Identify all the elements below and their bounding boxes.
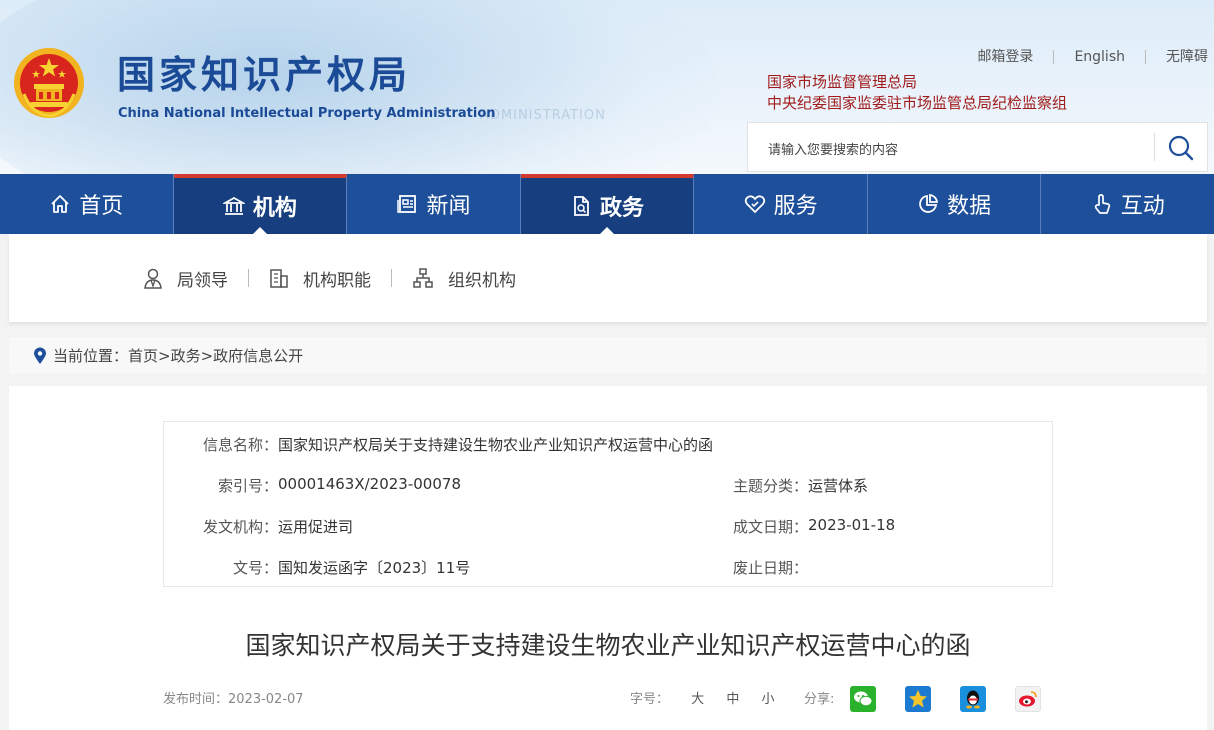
font-size-small[interactable]: 小 — [761, 692, 774, 707]
search-input[interactable]: 请输入您要搜索的内容 — [768, 139, 898, 158]
info-label: 发文机构： — [202, 518, 278, 536]
main-nav: 首页 机构 新闻 政务 服务 数据 互动 — [0, 174, 1214, 235]
heart-hand-icon — [744, 195, 765, 214]
info-row-topic: 主题分类： 运营体系 — [708, 475, 868, 496]
mail-login-link[interactable]: 邮箱登录 — [957, 48, 1053, 66]
person-icon — [144, 268, 162, 289]
info-row-issuer: 发文机构： 运用促进司 — [178, 516, 353, 537]
divider — [248, 269, 249, 287]
subnav-leaders[interactable]: 局领导 — [143, 266, 228, 291]
nav-label: 新闻 — [426, 194, 471, 219]
org-chart-icon — [413, 268, 433, 288]
breadcrumb-prefix: 当前位置： — [53, 347, 129, 365]
font-size-label: 字号： — [630, 692, 670, 707]
nav-label: 数据 — [947, 194, 992, 219]
info-label: 索引号： — [217, 477, 278, 495]
info-row-index: 索引号： 00001463X/2023-00078 — [178, 475, 461, 496]
nav-label: 互动 — [1120, 194, 1165, 219]
site-title-en[interactable]: China National Intellectual Property Adm… — [118, 106, 496, 121]
info-value: 国知发运函字〔2023〕11号 — [278, 559, 471, 577]
breadcrumb-path[interactable]: 首页>政务>政府信息公开 — [128, 345, 303, 366]
english-link[interactable]: English — [1054, 48, 1145, 66]
nav-interaction[interactable]: 互动 — [1041, 174, 1214, 234]
bank-icon — [222, 196, 245, 215]
info-table: 信息名称： 国家知识产权局关于支持建设生物农业产业知识产权运营中心的函 索引号：… — [163, 421, 1053, 587]
pie-chart-icon — [919, 193, 939, 213]
font-size-control: 字号： 大 中 小 — [630, 688, 774, 707]
home-icon — [51, 195, 69, 213]
nav-news[interactable]: 新闻 — [347, 174, 521, 234]
info-label: 文号： — [232, 559, 278, 577]
pointer-hand-icon — [1094, 194, 1110, 214]
location-pin-icon — [34, 347, 46, 364]
breadcrumb: 当前位置： 首页>政务>政府信息公开 — [9, 337, 1207, 374]
divider — [391, 269, 392, 287]
newspaper-icon — [397, 195, 417, 213]
nav-label: 机构 — [252, 196, 297, 221]
info-label: 废止日期： — [732, 559, 808, 577]
info-value: 00001463X/2023-00078 — [278, 475, 461, 493]
site-header: ADMINISTRATION 国家知识产权局 China National In… — [0, 0, 1214, 174]
qzone-share-button[interactable] — [905, 686, 931, 712]
header-watermark: ADMINISTRATION — [480, 108, 606, 123]
subnav-label: 机构职能 — [303, 270, 371, 291]
info-value: 运用促进司 — [278, 518, 354, 536]
samr-link[interactable]: 国家市场监督管理总局 — [767, 72, 1067, 93]
publish-date: 2023-02-07 — [228, 692, 304, 707]
share-buttons — [821, 686, 1041, 712]
building-icon — [270, 269, 288, 288]
subnav-organization[interactable]: 组织机构 — [412, 266, 516, 291]
sub-nav: 局领导 机构职能 组织机构 — [9, 234, 1207, 322]
info-label: 主题分类： — [732, 477, 808, 495]
weibo-share-button[interactable] — [1015, 686, 1041, 712]
info-row-docno: 文号： 国知发运函字〔2023〕11号 — [178, 557, 470, 578]
info-row-date: 成文日期： 2023-01-18 — [708, 516, 895, 537]
top-links: 邮箱登录 English 无障碍 — [957, 48, 1208, 66]
nav-label: 服务 — [773, 194, 818, 219]
org-links: 国家市场监督管理总局 中央纪委国家监委驻市场监管总局纪检监察组 — [767, 72, 1067, 114]
divider — [1154, 133, 1155, 161]
nav-label: 政务 — [600, 196, 645, 221]
article-title: 国家知识产权局关于支持建设生物农业产业知识产权运营中心的函 — [245, 631, 971, 660]
accessibility-link[interactable]: 无障碍 — [1146, 48, 1208, 66]
subnav-label: 局领导 — [177, 270, 228, 291]
info-value: 2023-01-18 — [808, 516, 896, 534]
info-label: 成文日期： — [732, 518, 808, 536]
info-label: 信息名称： — [202, 436, 278, 454]
nav-government-affairs[interactable]: 政务 — [520, 174, 695, 235]
nav-label: 首页 — [79, 194, 124, 219]
font-size-medium[interactable]: 中 — [726, 692, 739, 707]
publish-label: 发布时间： — [163, 692, 229, 707]
nav-data[interactable]: 数据 — [868, 174, 1042, 234]
penguin-icon — [966, 690, 980, 709]
subnav-label: 组织机构 — [448, 270, 516, 291]
nav-institution[interactable]: 机构 — [173, 174, 348, 235]
publish-info: 发布时间：2023-02-07 — [163, 688, 304, 707]
search-box: 请输入您要搜索的内容 — [747, 122, 1208, 172]
font-size-large[interactable]: 大 — [691, 692, 704, 707]
nav-service[interactable]: 服务 — [694, 174, 868, 234]
qq-share-button[interactable] — [960, 686, 986, 712]
site-title-cn[interactable]: 国家知识产权局 — [117, 52, 411, 98]
info-row-expire: 废止日期： — [708, 557, 808, 578]
info-row-name: 信息名称： 国家知识产权局关于支持建设生物农业产业知识产权运营中心的函 — [178, 434, 713, 455]
wechat-icon — [854, 691, 873, 707]
document-icon — [574, 196, 589, 216]
star-icon — [909, 690, 927, 708]
discipline-inspection-link[interactable]: 中央纪委国家监委驻市场监管总局纪检监察组 — [767, 93, 1067, 114]
weibo-icon — [1019, 691, 1037, 707]
nav-home[interactable]: 首页 — [0, 174, 174, 234]
subnav-functions[interactable]: 机构职能 — [269, 266, 371, 291]
national-emblem-logo[interactable] — [12, 46, 86, 120]
wechat-share-button[interactable] — [850, 686, 876, 712]
info-value: 国家知识产权局关于支持建设生物农业产业知识产权运营中心的函 — [278, 436, 714, 454]
search-icon[interactable] — [1166, 133, 1196, 163]
info-value: 运营体系 — [808, 477, 869, 495]
main-content: 信息名称： 国家知识产权局关于支持建设生物农业产业知识产权运营中心的函 索引号：… — [9, 386, 1207, 730]
